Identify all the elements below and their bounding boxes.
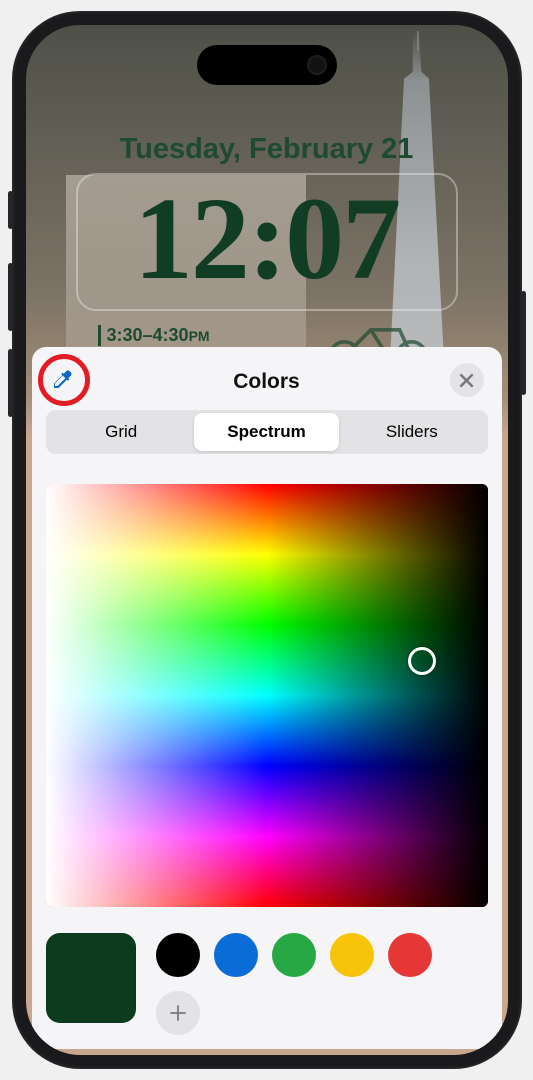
dynamic-island [197,45,337,85]
tab-sliders[interactable]: Sliders [339,413,484,451]
lockscreen-subline: 3:30–4:30PM [98,325,210,346]
spectrum-picker[interactable] [46,484,488,907]
volume-down [8,349,13,417]
preset-color-1[interactable] [214,933,258,977]
sheet-title: Colors [233,370,300,394]
preset-colors [148,933,488,1035]
eyedropper-button[interactable] [48,365,76,393]
lockscreen-time: 12:07 [78,183,456,295]
subline-ampm: PM [189,328,210,344]
preset-color-3[interactable] [330,933,374,977]
silent-switch [8,191,13,229]
volume-up [8,263,13,331]
spectrum-cursor[interactable] [408,647,436,675]
sheet-header: Colors [46,361,488,404]
side-button [521,291,526,395]
phone-frame: Tuesday, February 21 12:07 3:30–4:30PM C… [12,11,522,1069]
color-picker-sheet: Colors Grid Spectrum Sliders [32,347,502,1049]
preset-color-2[interactable] [272,933,316,977]
tab-spectrum[interactable]: Spectrum [194,413,339,451]
spectrum-black-layer [46,484,488,907]
screen: Tuesday, February 21 12:07 3:30–4:30PM C… [26,25,508,1055]
subline-time: 3:30–4:30 [107,325,189,345]
close-button[interactable] [450,363,484,397]
preset-color-0[interactable] [156,933,200,977]
view-mode-segmented: Grid Spectrum Sliders [46,410,488,454]
lockscreen-date: Tuesday, February 21 [26,133,508,166]
lockscreen-time-widget[interactable]: 12:07 [76,173,458,311]
add-preset-button[interactable] [156,991,200,1035]
preset-color-4[interactable] [388,933,432,977]
current-color-swatch[interactable] [46,933,136,1023]
tab-grid[interactable]: Grid [49,413,194,451]
swatches-row [46,933,488,1035]
